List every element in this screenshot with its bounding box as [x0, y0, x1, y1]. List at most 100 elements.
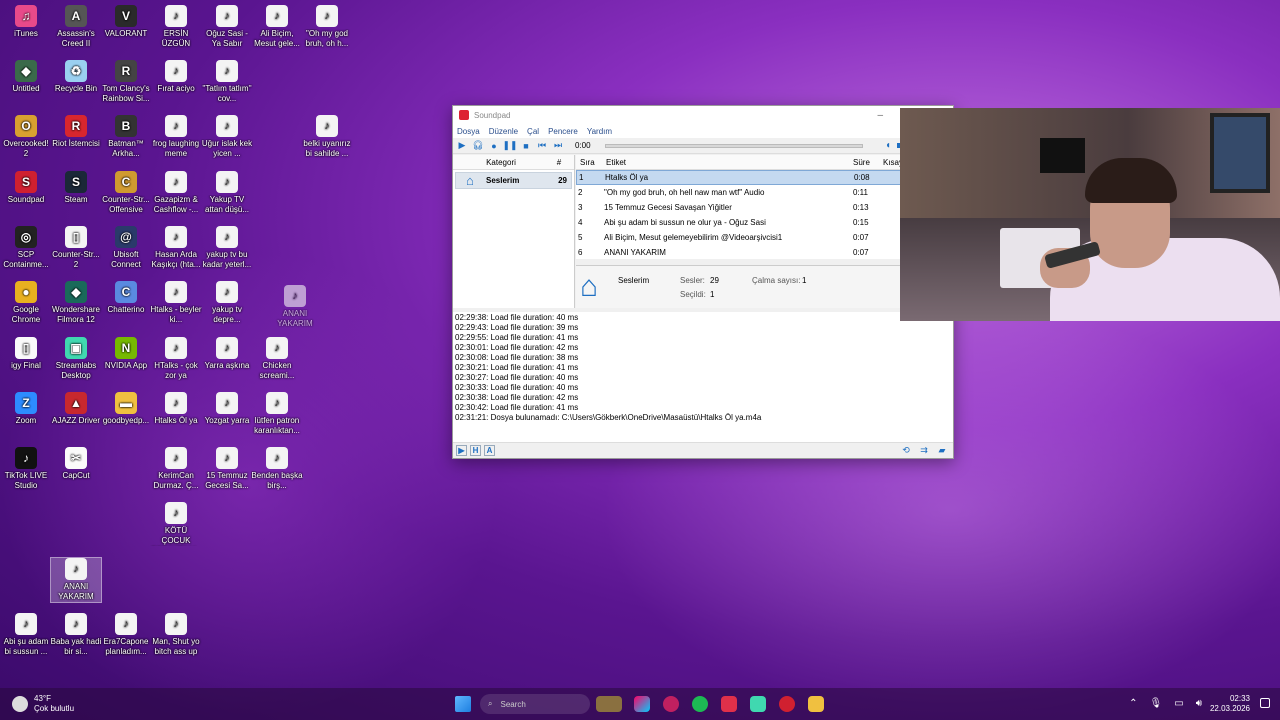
title-bar[interactable]: Soundpad –: [453, 106, 953, 124]
dragged-icon-anani-yakarim[interactable]: ANANI YAKARIM: [269, 285, 321, 329]
hotkey-h-icon[interactable]: H: [470, 445, 481, 456]
desktop-icon[interactable]: Abi şu adam bi sussun ...: [0, 613, 52, 657]
microphone-icon[interactable]: ●: [487, 139, 501, 152]
menu-cal[interactable]: Çal: [527, 127, 539, 136]
opera-icon[interactable]: [663, 696, 679, 712]
next-icon[interactable]: ⏭︎: [551, 139, 565, 152]
desktop-icon[interactable]: Htalks Öl ya: [150, 392, 202, 426]
desktop-icon[interactable]: ✂ CapCut: [50, 447, 102, 481]
desktop-icon[interactable]: frog laughing meme: [150, 115, 202, 159]
desktop-icon[interactable]: Era7Capone planladım...: [100, 613, 152, 657]
stop-icon[interactable]: ■: [519, 139, 533, 152]
desktop-icon[interactable]: ◎ SCP Containme...: [0, 226, 52, 270]
chevron-up-icon[interactable]: ⌃: [1129, 698, 1137, 709]
desktop-icon[interactable]: Baba yak hadi bir si...: [50, 613, 102, 657]
windows-start-icon[interactable]: [455, 696, 471, 712]
desktop-icon[interactable]: R Riot İstemcisi: [50, 115, 102, 149]
play-mode-icon[interactable]: ▶: [456, 445, 467, 456]
desktop-icon[interactable]: Yarra aşkına: [201, 337, 253, 371]
chat-icon[interactable]: ▰: [935, 444, 949, 457]
play-icon[interactable]: ▶: [455, 139, 469, 152]
sound-row[interactable]: 2 "Oh my god bruh, oh hell naw man wtf" A…: [576, 185, 953, 200]
desktop-icon[interactable]: ▣ Streamlabs Desktop: [50, 337, 102, 381]
desktop-icon[interactable]: "Oh my god bruh, oh h...: [301, 5, 353, 49]
hotkey-a-icon[interactable]: A: [484, 445, 495, 456]
desktop-icon[interactable]: yakup tv depre...: [201, 281, 253, 325]
headphones-icon[interactable]: 🎧︎: [471, 139, 485, 152]
desktop-icon[interactable]: Man, Shut yo bitch ass up: [150, 613, 202, 657]
desktop-icon[interactable]: ''Tatlım tatlım'' cov...: [201, 60, 253, 104]
desktop-icon[interactable]: ♪ TikTok LIVE Studio: [0, 447, 52, 491]
sound-row[interactable]: 3 15 Temmuz Gecesi Savaşan Yiğitler 0:13: [576, 200, 953, 215]
desktop-icon[interactable]: KerimCan Durmaz. Ç...: [150, 447, 202, 491]
sound-row[interactable]: 4 Abi şu adam bi sussun ne olur ya - Oğuz…: [576, 215, 953, 230]
desktop-icon[interactable]: Ali Biçim, Mesut gele...: [251, 5, 303, 49]
desktop-icon[interactable]: A Assassin's Creed II: [50, 5, 102, 49]
menu-yardim[interactable]: Yardım: [587, 127, 612, 136]
volume-icon[interactable]: 🔊︎: [1196, 698, 1202, 709]
sound-row[interactable]: 6 ANANI YAKARIM 0:07: [576, 245, 953, 259]
clock[interactable]: 02:33 22.03.2026: [1210, 694, 1250, 714]
desktop-icon[interactable]: S Steam: [50, 171, 102, 205]
previous-icon[interactable]: ⏮︎: [535, 139, 549, 152]
desktop-icon[interactable]: ▯ igy Final: [0, 337, 52, 371]
media-player-icon[interactable]: [779, 696, 795, 712]
desktop-icon[interactable]: V VALORANT: [100, 5, 152, 39]
desktop-icon[interactable]: 15 Temmuz Gecesi Sa...: [201, 447, 253, 491]
desktop-icon[interactable]: ♫ iTunes: [0, 5, 52, 39]
search-box[interactable]: ⌕ Search: [480, 694, 590, 714]
forward-icon[interactable]: ⇉: [917, 444, 931, 457]
microphone-icon[interactable]: 🎙︎: [1150, 698, 1163, 709]
desktop-icon[interactable]: belki uyanırız bi sahilde ...: [301, 115, 353, 159]
desktop-icon[interactable]: ◆ Untitled: [0, 60, 52, 94]
sound-row[interactable]: 1 Htalks Öl ya 0:08: [576, 170, 953, 185]
desktop-icon[interactable]: ▲ AJAZZ Driver: [50, 392, 102, 426]
desktop-icon[interactable]: @ Ubisoft Connect: [100, 226, 152, 270]
desktop-icon[interactable]: HTalks - çok zor ya: [150, 337, 202, 381]
desktop-icon[interactable]: C Chatterino: [100, 281, 152, 315]
streamlabs-icon[interactable]: [750, 696, 766, 712]
desktop-icon[interactable]: B Batman™ Arkha...: [100, 115, 152, 159]
desktop-icon[interactable]: yakup tv bu kadar yeterl...: [201, 226, 253, 270]
desktop-icon[interactable]: Gazapizm & Cashflow -...: [150, 171, 202, 215]
desktop-icon[interactable]: Z Zoom: [0, 392, 52, 426]
menu-duzenle[interactable]: Düzenle: [489, 127, 518, 136]
desktop-icon[interactable]: Oğuz Sasi - Ya Sabır: [201, 5, 253, 49]
network-icon[interactable]: ▭: [1174, 698, 1183, 709]
taskbar-widget-icon[interactable]: [596, 696, 622, 712]
desktop-icon[interactable]: Benden başka birş...: [251, 447, 303, 491]
weather-widget[interactable]: 43°F Çok bulutlu: [12, 694, 74, 714]
notification-icon[interactable]: [1260, 698, 1270, 708]
desktop-icon[interactable]: Fırat aciyo: [150, 60, 202, 94]
pause-icon[interactable]: ❚❚: [502, 139, 517, 152]
desktop-icon[interactable]: ◆ Wondershare Filmora 12: [50, 281, 102, 325]
soundpad-window[interactable]: Soundpad – Dosya Düzenle Çal Pencere Yar…: [452, 105, 954, 459]
seek-bar[interactable]: [605, 143, 863, 148]
desktop-icon[interactable]: ● Google Chrome: [0, 281, 52, 325]
desktop-icon[interactable]: KÖTÜ ÇOCUK SOKAKTA V...: [150, 502, 202, 546]
desktop-icon[interactable]: Htalks - beyler ki...: [150, 281, 202, 325]
desktop-icon[interactable]: Chicken screami...: [251, 337, 303, 381]
desktop-icon[interactable]: Hasan Arda Kaşıkçı (hta...: [150, 226, 202, 270]
desktop-icon-anani-yakarim[interactable]: ANANI YAKARIM: [50, 557, 102, 603]
menu-pencere[interactable]: Pencere: [548, 127, 578, 136]
desktop-icon[interactable]: ♻ Recycle Bin: [50, 60, 102, 94]
desktop-icon[interactable]: S Soundpad: [0, 171, 52, 205]
sound-row[interactable]: 5 Ali Biçim, Mesut gelemeyebilirim @Video…: [576, 230, 953, 245]
desktop-icon[interactable]: R Tom Clancy's Rainbow Si...: [100, 60, 152, 104]
desktop-icon[interactable]: lütfen patron karanlıktan...: [251, 392, 303, 436]
desktop-icon[interactable]: ▯ Counter-Str... 2: [50, 226, 102, 270]
desktop-icon[interactable]: Yakup TV attan düşü...: [201, 171, 253, 215]
category-item-seslerim[interactable]: ⌂ Seslerim 29: [455, 172, 572, 189]
desktop-icon[interactable]: Yozgat yarra: [201, 392, 253, 426]
minimize-icon[interactable]: –: [877, 110, 883, 121]
pocket-icon[interactable]: [721, 696, 737, 712]
repeat-icon[interactable]: ⟲: [899, 444, 913, 457]
desktop-icon[interactable]: ERSİN ÜZGÜN: [150, 5, 202, 49]
menu-dosya[interactable]: Dosya: [457, 127, 480, 136]
desktop-icon[interactable]: N NVIDIA App: [100, 337, 152, 371]
copilot-icon[interactable]: [634, 696, 650, 712]
desktop-icon[interactable]: Uğur islak kek yicen ...: [201, 115, 253, 159]
file-explorer-icon[interactable]: [808, 696, 824, 712]
desktop-icon[interactable]: ▬ goodbyedp...: [100, 392, 152, 426]
